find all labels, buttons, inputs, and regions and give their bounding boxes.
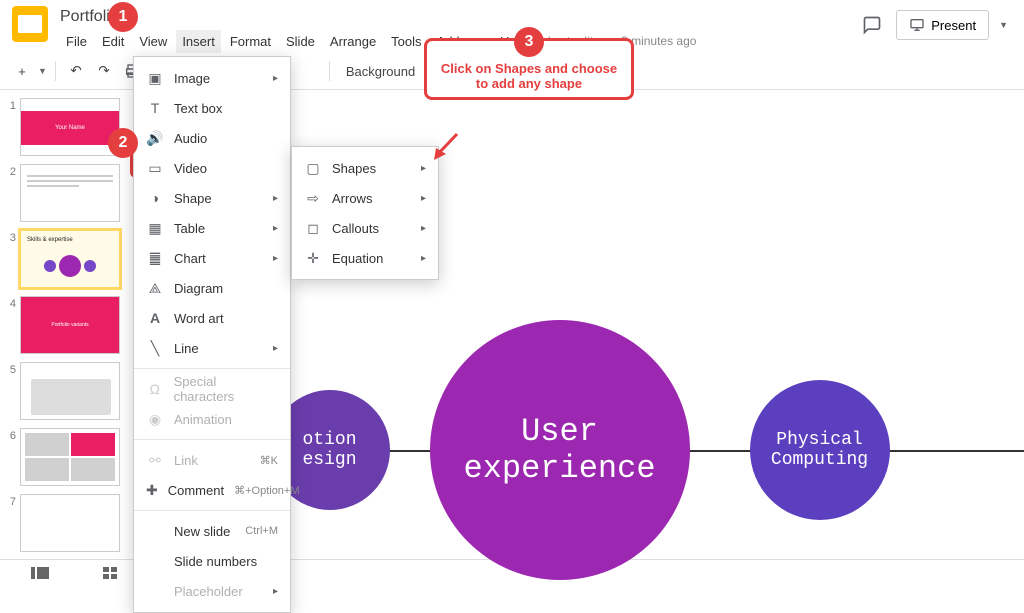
filmstrip-icon (31, 567, 49, 579)
menu-edit[interactable]: Edit (96, 30, 130, 53)
annotation-arrow (432, 132, 462, 162)
comment-icon: ✚ (146, 482, 158, 499)
audio-icon: 🔊 (146, 130, 164, 147)
slide-thumbnail[interactable] (20, 164, 120, 222)
menu-format[interactable]: Format (224, 30, 277, 53)
thumb-number: 7 (6, 494, 20, 508)
thumb-number: 1 (6, 98, 20, 112)
document-title[interactable]: Portfolio (60, 6, 854, 28)
menu-item-new-slide[interactable]: New slideCtrl+M (134, 516, 290, 546)
menu-item-comment[interactable]: ✚Comment⌘+Option+M (134, 475, 290, 505)
thumb-number: 4 (6, 296, 20, 310)
line-icon: ╲ (146, 340, 164, 357)
animation-icon: ◉ (146, 411, 164, 428)
present-button[interactable]: Present (896, 10, 989, 40)
menu-insert[interactable]: Insert (176, 30, 221, 53)
menu-item-slide-numbers[interactable]: Slide numbers (134, 546, 290, 576)
menu-item-line[interactable]: ╲Line▸ (134, 333, 290, 363)
new-slide-button[interactable]: + (10, 57, 34, 85)
omega-icon: Ω (146, 381, 164, 397)
menu-item-audio[interactable]: 🔊Audio (134, 123, 290, 153)
submenu-item-callouts[interactable]: ◻Callouts▸ (292, 213, 438, 243)
thumb-number: 5 (6, 362, 20, 376)
arrows-icon: ⇨ (304, 190, 322, 207)
shapes-icon: ▢ (304, 160, 322, 177)
slides-logo[interactable] (12, 6, 48, 42)
menu-item-shape[interactable]: ◑Shape▸ (134, 183, 290, 213)
menu-item-image[interactable]: ▣Image▸ (134, 63, 290, 93)
diagram-icon: ⟁ (146, 280, 164, 297)
image-icon: ▣ (146, 70, 164, 87)
circle-user-experience[interactable]: Userexperience (430, 320, 690, 580)
menu-item-special-chars: ΩSpecial characters (134, 374, 290, 404)
filmstrip-view-button[interactable] (30, 565, 50, 581)
wordart-icon: A (146, 310, 164, 326)
shape-icon: ◑ (146, 190, 164, 206)
circle-physical-computing[interactable]: PhysicalComputing (750, 380, 890, 520)
present-icon (909, 17, 925, 33)
chart-icon: ䷀ (146, 250, 164, 267)
present-dropdown-caret[interactable]: ▼ (999, 20, 1008, 30)
undo-button[interactable]: ↶ (64, 57, 88, 85)
insert-menu-dropdown: ▣Image▸ TText box 🔊Audio ▭Video ◑Shape▸ … (133, 56, 291, 613)
annotation-callout-3: 3 Click on Shapes and choose to add any … (424, 38, 634, 100)
submenu-item-arrows[interactable]: ⇨Arrows▸ (292, 183, 438, 213)
comment-icon (862, 15, 882, 35)
grid-icon (103, 567, 117, 579)
callouts-icon: ◻ (304, 220, 322, 237)
menu-item-link: ⚯Link⌘K (134, 445, 290, 475)
submenu-item-shapes[interactable]: ▢Shapes▸ (292, 153, 438, 183)
comments-button[interactable] (858, 11, 886, 39)
redo-button[interactable]: ↷ (92, 57, 116, 85)
equation-icon: ✛ (304, 250, 322, 267)
slide-thumbnail[interactable] (20, 362, 120, 420)
present-label: Present (931, 18, 976, 33)
annotation-badge-1: 1 (108, 2, 138, 32)
grid-view-button[interactable] (100, 565, 120, 581)
slide-thumbnail[interactable]: Skills & expertise (20, 230, 120, 288)
menu-tools[interactable]: Tools (385, 30, 427, 53)
table-icon: ▦ (146, 220, 164, 237)
thumb-number: 3 (6, 230, 20, 244)
menu-item-chart[interactable]: ䷀Chart▸ (134, 243, 290, 273)
new-slide-caret[interactable]: ▼ (38, 66, 47, 76)
slide-thumbnail[interactable]: Portfolio variants (20, 296, 120, 354)
link-icon: ⚯ (146, 452, 164, 469)
slide-thumbnail[interactable] (20, 494, 120, 552)
background-button[interactable]: Background (338, 64, 423, 79)
menu-item-table[interactable]: ▦Table▸ (134, 213, 290, 243)
slide-thumbnail[interactable]: Your Name (20, 98, 120, 156)
menu-arrange[interactable]: Arrange (324, 30, 382, 53)
video-icon: ▭ (146, 160, 164, 177)
submenu-item-equation[interactable]: ✛Equation▸ (292, 243, 438, 273)
menu-file[interactable]: File (60, 30, 93, 53)
menu-view[interactable]: View (133, 30, 173, 53)
menu-item-wordart[interactable]: AWord art (134, 303, 290, 333)
menu-item-animation: ◉Animation (134, 404, 290, 434)
menu-item-textbox[interactable]: TText box (134, 93, 290, 123)
thumb-number: 2 (6, 164, 20, 178)
thumb-number: 6 (6, 428, 20, 442)
menu-item-video[interactable]: ▭Video (134, 153, 290, 183)
shape-submenu-dropdown: ▢Shapes▸ ⇨Arrows▸ ◻Callouts▸ ✛Equation▸ (291, 146, 439, 280)
annotation-badge-2: 2 (108, 128, 138, 158)
menu-item-placeholder: Placeholder▸ (134, 576, 290, 606)
menu-slide[interactable]: Slide (280, 30, 321, 53)
menu-item-diagram[interactable]: ⟁Diagram (134, 273, 290, 303)
slide-thumbnails-panel: 1 Your Name 2 3 Skills & expertise 4 Por… (0, 90, 135, 575)
slide-thumbnail[interactable] (20, 428, 120, 486)
textbox-icon: T (146, 100, 164, 116)
